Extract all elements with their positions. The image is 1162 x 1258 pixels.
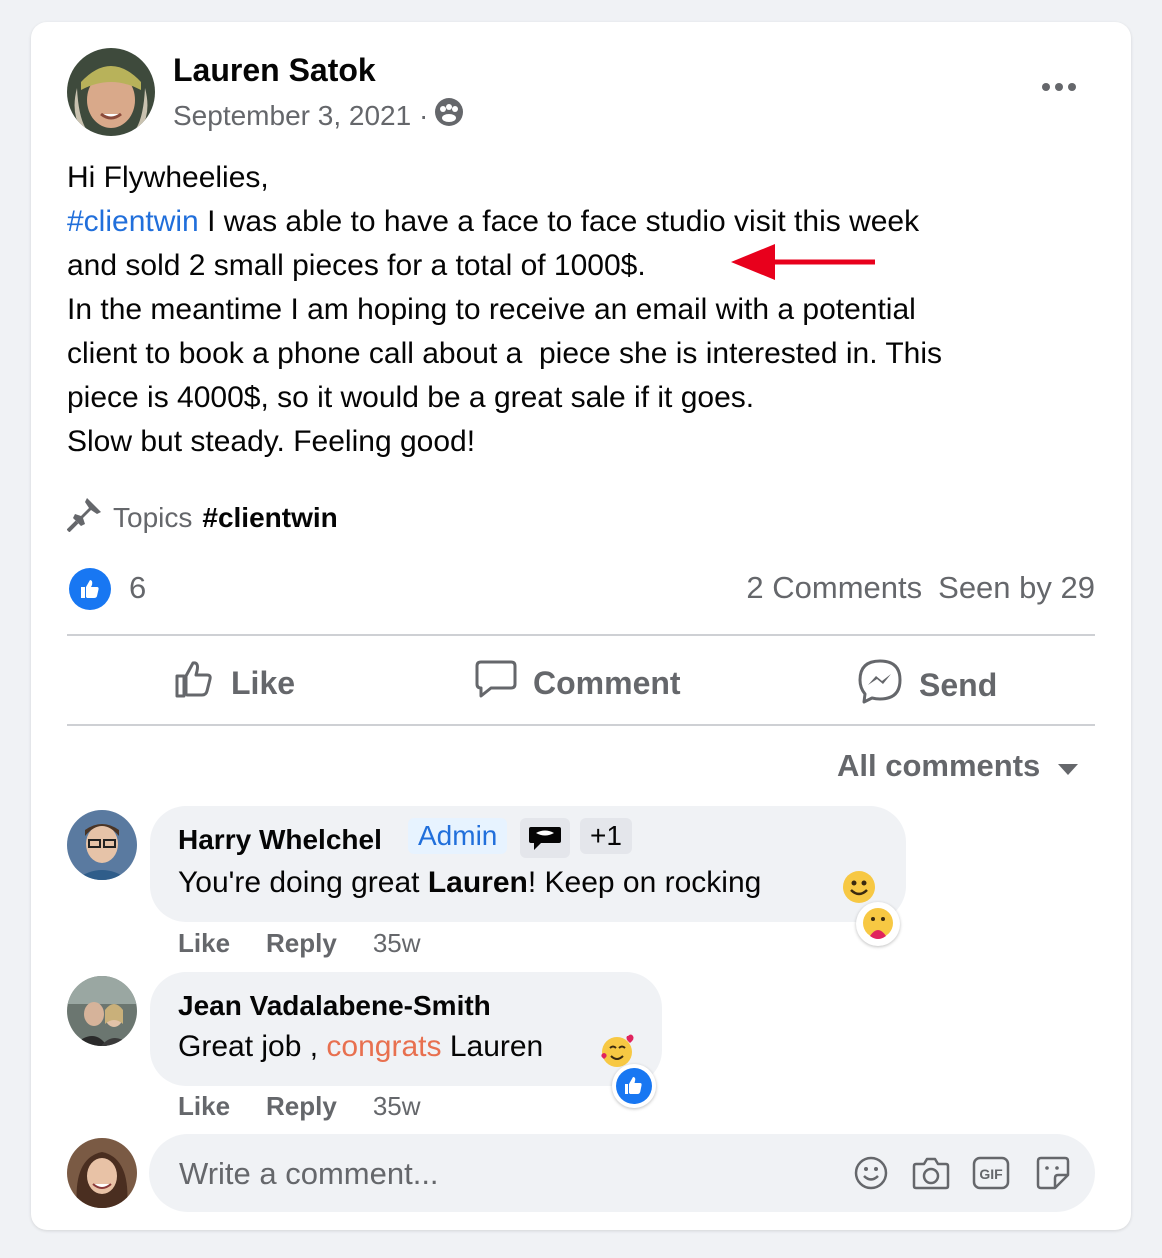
comment-button[interactable]: Comment [475,658,681,708]
topic-tag[interactable]: #clientwin [202,502,337,534]
commenter-avatar[interactable] [67,810,137,880]
topics-row: Topics #clientwin [66,496,338,539]
comment-text-part: Lauren [441,1030,544,1063]
stats-right: 2 Comments Seen by 29 [746,570,1095,606]
post-line: client to book a phone call about a piec… [67,337,942,370]
comment-actions: Like Reply 35w [178,928,421,959]
mention[interactable]: Lauren [428,866,528,899]
comment-like-button[interactable]: Like [178,1091,230,1122]
comment-text: Great job , congrats Lauren [178,1030,543,1064]
gif-icon[interactable]: GIF [971,1153,1011,1193]
hashtag-link[interactable]: #clientwin [67,205,199,238]
more-badges-count[interactable]: +1 [580,818,632,854]
comment-input[interactable] [177,1148,821,1200]
send-button[interactable]: Send [857,658,997,712]
more-dots-icon [1042,83,1050,91]
comment-label: Comment [533,664,681,701]
comment-bubble: Jean Vadalabene-Smith Great job , congra… [150,972,662,1086]
post-line: In the meantime I am hoping to receive a… [67,293,916,326]
current-user-avatar[interactable] [67,1138,137,1208]
post-text: I was able to have a face to face studio… [198,205,920,238]
comment-actions: Like Reply 35w [178,1091,421,1122]
post-line: and sold 2 small pieces for a total of 1… [67,249,646,282]
pin-icon [66,496,103,539]
more-dot [1068,83,1076,91]
caret-down-icon [1058,748,1079,784]
divider [67,724,1095,726]
comment-count[interactable]: 2 Comments [746,570,922,606]
post-author-name[interactable]: Lauren Satok [173,52,376,89]
comment-author[interactable]: Jean Vadalabene-Smith [178,990,491,1022]
sort-label: All comments [837,748,1041,783]
comment-text-part: Great job , [178,1030,327,1063]
divider [67,634,1095,636]
sticker-icon[interactable] [1033,1153,1073,1193]
camera-icon[interactable] [911,1153,951,1193]
post-card: Lauren Satok September 3, 2021 · Hi Flyw… [31,22,1131,1230]
post-line: Slow but steady. Feeling good! [67,425,476,458]
comment-time[interactable]: 35w [373,1091,421,1122]
comment-bubble-icon [475,658,517,708]
messenger-icon [857,658,903,712]
post-line: piece is 4000$, so it would be a great s… [67,381,755,414]
emoji-icon[interactable] [851,1153,891,1193]
annotation-arrow-icon [731,244,875,280]
commenter-avatar[interactable] [67,976,137,1046]
comment-reply-button[interactable]: Reply [266,928,337,959]
conversation-starter-badge-icon[interactable] [520,818,570,858]
care-reaction-icon[interactable] [856,902,900,946]
comment-sort-dropdown[interactable]: All comments [837,748,1079,784]
congrats-highlight: congrats [326,1030,442,1063]
comment-time[interactable]: 35w [373,928,421,959]
thumbs-up-icon [173,658,215,708]
comment-like-button[interactable]: Like [178,928,230,959]
post-body: Hi Flywheelies, #clientwin I was able to… [67,156,1087,464]
post-line: #clientwin I was able to have a face to … [67,200,1087,244]
like-reaction-icon[interactable] [612,1064,656,1108]
like-count[interactable]: 6 [129,570,146,606]
admin-badge[interactable]: Admin [408,818,508,854]
comment-author[interactable]: Harry Whelchel [178,824,382,856]
topics-label: Topics [113,501,193,533]
post-line: Hi Flywheelies, [67,161,269,194]
comment-bubble: Harry Whelchel Admin +1 You're doing gre… [150,806,906,922]
svg-text:GIF: GIF [979,1166,1003,1182]
author-avatar[interactable] [67,48,155,136]
like-label: Like [231,664,296,701]
group-audience-icon[interactable] [434,97,464,134]
seen-count[interactable]: Seen by 29 [938,570,1095,606]
comment-text-part: ! Keep on rocking [527,866,770,899]
comment-composer: GIF [149,1134,1095,1212]
post-date[interactable]: September 3, 2021 · [173,100,428,132]
post-meta: September 3, 2021 · [173,97,464,134]
send-label: Send [919,666,998,703]
comment-text-part: You're doing great [178,866,428,899]
more-options-button[interactable] [1031,77,1087,97]
comment-reply-button[interactable]: Reply [266,1091,337,1122]
more-dot [1055,83,1063,91]
post-stats: 6 2 Comments Seen by 29 [69,568,1095,610]
like-button[interactable]: Like [173,658,295,708]
comment-text: You're doing great Lauren! Keep on rocki… [178,866,770,900]
like-reaction-icon[interactable] [69,568,111,610]
